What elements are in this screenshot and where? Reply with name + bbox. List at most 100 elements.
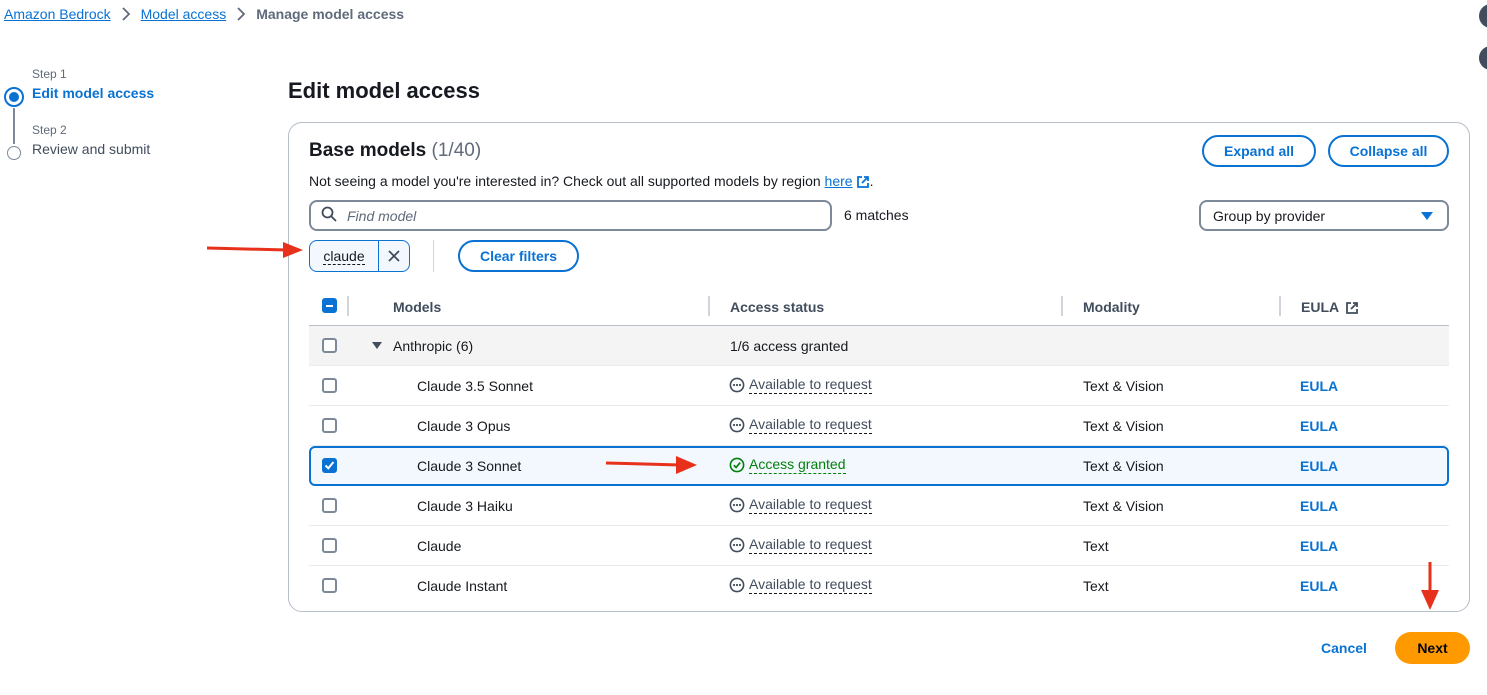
breadcrumb-amazon-bedrock[interactable]: Amazon Bedrock: [4, 6, 111, 22]
status-available: Available to request: [729, 416, 872, 434]
status-text[interactable]: Available to request: [749, 416, 872, 434]
filter-token: claude: [309, 240, 410, 272]
caret-down-icon[interactable]: [372, 342, 382, 349]
step-1-title: Edit model access: [32, 85, 155, 101]
breadcrumb: Amazon Bedrock Model access Manage model…: [4, 6, 404, 22]
step-2-number: Step 2: [32, 123, 67, 137]
eula-link[interactable]: EULA: [1300, 378, 1338, 394]
cancel-button[interactable]: Cancel: [1321, 640, 1367, 656]
modality: Text & Vision: [1083, 458, 1164, 474]
ellipsis-circle-icon: [729, 377, 745, 393]
table-row[interactable]: Claude 3.5 Sonnet Available to request T…: [309, 366, 1449, 406]
base-models-heading: Base models (1/40): [309, 140, 481, 162]
step-2[interactable]: Step 2 Review and submit: [4, 122, 254, 160]
eula-link[interactable]: EULA: [1300, 578, 1338, 594]
step-2-title: Review and submit: [32, 141, 151, 157]
column-divider[interactable]: [708, 296, 710, 316]
hint-text: Not seeing a model you're interested in?…: [309, 173, 825, 189]
model-name: Claude 3 Sonnet: [417, 458, 522, 474]
status-text[interactable]: Available to request: [749, 536, 872, 554]
filter-divider: [433, 240, 434, 272]
status-available: Available to request: [729, 496, 872, 514]
modality: Text: [1083, 578, 1109, 594]
ellipsis-circle-icon: [729, 497, 745, 513]
status-text[interactable]: Access granted: [749, 456, 846, 474]
row-checkbox[interactable]: [322, 578, 337, 593]
notifications-panel-toggle[interactable]: [1479, 46, 1487, 70]
external-link-icon[interactable]: [856, 175, 870, 192]
wizard-steps: Step 1 Edit model access Step 2 Review a…: [4, 66, 254, 160]
expand-all-button[interactable]: Expand all: [1202, 135, 1316, 167]
group-by-select[interactable]: Group by provider: [1199, 200, 1449, 231]
model-name: Claude 3 Haiku: [417, 498, 513, 514]
row-checkbox[interactable]: [322, 498, 337, 513]
search-placeholder: Find model: [347, 207, 417, 224]
chevron-right-icon: [230, 6, 252, 22]
modality: Text: [1083, 538, 1109, 554]
step-active-icon: [4, 87, 24, 107]
annotation-arrow-icon: [605, 456, 697, 474]
group-checkbox[interactable]: [322, 338, 337, 353]
model-name: Claude 3 Opus: [417, 418, 511, 434]
group-summary: 1/6 access granted: [730, 338, 849, 354]
column-divider[interactable]: [1279, 296, 1281, 316]
region-models-link[interactable]: here: [825, 173, 853, 189]
step-1-number: Step 1: [32, 67, 67, 81]
step-inactive-icon: [7, 146, 21, 160]
ellipsis-circle-icon: [729, 577, 745, 593]
clear-filters-button[interactable]: Clear filters: [458, 240, 579, 272]
annotation-arrow-icon: [206, 242, 303, 258]
row-checkbox[interactable]: [322, 378, 337, 393]
models-table: Models Access status Modality EULA Anthr…: [309, 286, 1449, 606]
eula-link[interactable]: EULA: [1300, 458, 1338, 474]
help-panel-toggle[interactable]: [1479, 4, 1487, 28]
table-row[interactable]: Claude 3 Haiku Available to request Text…: [309, 486, 1449, 526]
eula-link[interactable]: EULA: [1300, 538, 1338, 554]
chevron-right-icon: [115, 6, 137, 22]
collapse-all-button[interactable]: Collapse all: [1328, 135, 1449, 167]
status-text[interactable]: Available to request: [749, 576, 872, 594]
filter-token-label: claude: [310, 241, 379, 271]
find-model-input[interactable]: Find model: [309, 200, 832, 231]
header-models[interactable]: Models: [393, 299, 441, 315]
header-eula-label: EULA: [1301, 299, 1339, 315]
step-1[interactable]: Step 1 Edit model access: [4, 66, 254, 144]
page-title: Edit model access: [288, 78, 480, 103]
model-name: Claude 3.5 Sonnet: [417, 378, 533, 394]
base-models-count: (1/40): [431, 140, 482, 161]
header-access-status[interactable]: Access status: [730, 299, 824, 315]
match-count: 6 matches: [844, 207, 909, 223]
eula-link[interactable]: EULA: [1300, 498, 1338, 514]
annotation-arrow-icon: [1421, 562, 1439, 610]
status-text[interactable]: Available to request: [749, 496, 872, 514]
next-button[interactable]: Next: [1395, 632, 1470, 664]
header-modality[interactable]: Modality: [1083, 299, 1140, 315]
row-checkbox[interactable]: [322, 418, 337, 433]
status-available: Available to request: [729, 376, 872, 394]
row-checkbox[interactable]: [322, 538, 337, 553]
status-available: Available to request: [729, 536, 872, 554]
ellipsis-circle-icon: [729, 417, 745, 433]
table-row[interactable]: Claude Instant Available to request Text…: [309, 566, 1449, 606]
check-circle-icon: [729, 457, 745, 473]
group-row-anthropic[interactable]: Anthropic (6) 1/6 access granted: [309, 326, 1449, 366]
column-divider[interactable]: [1061, 296, 1063, 316]
filter-token-text: claude: [323, 247, 365, 265]
select-all-checkbox[interactable]: [322, 298, 337, 313]
breadcrumb-current: Manage model access: [256, 6, 405, 22]
table-row-selected[interactable]: Claude 3 Sonnet Access granted Text & Vi…: [309, 446, 1449, 486]
table-row[interactable]: Claude 3 Opus Available to request Text …: [309, 406, 1449, 446]
model-name: Claude: [417, 538, 462, 554]
modality: Text & Vision: [1083, 378, 1164, 394]
table-row[interactable]: Claude Available to request Text EULA: [309, 526, 1449, 566]
breadcrumb-model-access[interactable]: Model access: [141, 6, 227, 22]
close-icon[interactable]: [379, 241, 409, 271]
status-text[interactable]: Available to request: [749, 376, 872, 394]
row-checkbox-checked[interactable]: [322, 458, 337, 473]
status-available: Available to request: [729, 576, 872, 594]
hint-suffix: .: [869, 173, 874, 189]
models-hint: Not seeing a model you're interested in?…: [309, 173, 873, 192]
modality: Text & Vision: [1083, 498, 1164, 514]
ellipsis-circle-icon: [729, 537, 745, 553]
eula-link[interactable]: EULA: [1300, 418, 1338, 434]
